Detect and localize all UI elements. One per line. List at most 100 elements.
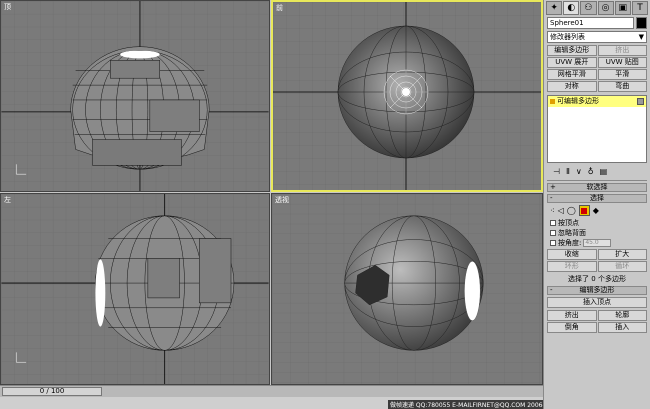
- perspective-view-grid: [272, 194, 542, 384]
- motion-tab[interactable]: ◎: [597, 1, 614, 15]
- modifier-button-1[interactable]: 挤出: [597, 45, 647, 56]
- shrink-button[interactable]: 收缩: [547, 249, 597, 260]
- by-angle-label: 按角度:: [558, 238, 582, 247]
- display-tab[interactable]: ▣: [614, 1, 631, 15]
- left-view-grid: [1, 194, 269, 384]
- modifier-button-4[interactable]: 网格平滑: [547, 69, 597, 80]
- viewport-front[interactable]: 前: [271, 0, 543, 192]
- by-angle-checkbox[interactable]: [550, 239, 556, 246]
- subobject-icons: ⁖ ◁ ◯ ◆: [550, 205, 644, 216]
- collapse-minus-icon: -: [550, 194, 553, 202]
- by-angle-option[interactable]: 按角度: 45.0: [550, 238, 644, 247]
- insert-vertex-row: 插入顶点: [547, 297, 647, 308]
- left-pole-highlight: [95, 259, 106, 327]
- separator: [547, 180, 647, 181]
- rollout-edit-polygons[interactable]: - 编辑多边形: [547, 286, 647, 295]
- grow-button[interactable]: 扩大: [597, 249, 647, 260]
- display-icon: ▣: [618, 3, 628, 13]
- configure-sets-icon[interactable]: ▤: [600, 167, 608, 176]
- by-vertex-option[interactable]: 按顶点: [550, 218, 644, 227]
- extrude-button[interactable]: 挤出: [547, 310, 597, 321]
- create-icon: ✦: [550, 3, 558, 13]
- bevel-button[interactable]: 倒角: [547, 322, 597, 333]
- collapse-minus-icon: -: [550, 286, 553, 294]
- loop-button[interactable]: 循环: [597, 261, 647, 272]
- viewport-top[interactable]: 顶: [0, 0, 270, 192]
- chevron-down-icon: ▼: [638, 33, 644, 41]
- top-pole-highlight: [120, 50, 160, 59]
- insert-vertex-button[interactable]: 插入顶点: [547, 297, 647, 308]
- stack-item-editable-poly[interactable]: 可编辑多边形: [548, 96, 646, 107]
- modifier-button-grid: 编辑多边形 挤出 UVW 展开 UVW 贴图 网格平滑 平滑 对称 弯曲: [547, 45, 647, 92]
- sphere-wireframe-left: [95, 215, 235, 351]
- modifier-stack[interactable]: 可编辑多边形: [547, 95, 647, 163]
- by-vertex-label: 按顶点: [558, 218, 579, 227]
- angle-spinner[interactable]: 45.0: [583, 238, 612, 247]
- persp-pole-highlight: [464, 261, 481, 321]
- make-unique-icon[interactable]: ∨: [576, 167, 582, 176]
- modify-tab[interactable]: ◐: [563, 1, 580, 15]
- timeline-bar: 0 / 100 做帧速递 QQ:780055 E-MAILFIRNET@QQ.C…: [0, 385, 561, 409]
- app-window: 顶 前 左 透视 0 / 100 做帧速递 QQ:780055 E-MAILFI…: [0, 0, 650, 409]
- modifier-button-6[interactable]: 对称: [547, 81, 597, 92]
- edge-icon[interactable]: ◁: [558, 206, 564, 215]
- polygon-icon[interactable]: [578, 205, 590, 216]
- top-view-grid: [1, 1, 269, 191]
- panel-tabs: ✦ ◐ ⚇ ◎ ▣ T: [544, 0, 650, 16]
- sphere-wireframe-top: [70, 46, 210, 170]
- selection-button-grid: 收缩 扩大 环形 循环: [547, 249, 647, 272]
- element-icon[interactable]: ◆: [593, 206, 599, 215]
- ignore-backfacing-checkbox[interactable]: [550, 229, 556, 236]
- rollout-select-label: 选择: [590, 194, 604, 202]
- object-name-field[interactable]: Sphere01: [547, 17, 634, 29]
- modifier-button-2[interactable]: UVW 展开: [547, 57, 597, 68]
- viewport-top-label[interactable]: 顶: [4, 2, 11, 12]
- stack-item-label: 可编辑多边形: [557, 97, 599, 105]
- viewport-persp-label[interactable]: 透视: [275, 195, 289, 205]
- create-tab[interactable]: ✦: [546, 1, 563, 15]
- vertex-icon[interactable]: ⁖: [550, 206, 555, 215]
- pin-stack-icon[interactable]: ⊣: [553, 167, 560, 176]
- expand-plus-icon: +: [550, 183, 556, 191]
- object-color-swatch[interactable]: [636, 17, 647, 29]
- modifier-toggle-icon[interactable]: [637, 98, 644, 105]
- ring-button[interactable]: 环形: [547, 261, 597, 272]
- stack-tools: ⊣ Ⅱ ∨ ♁ ▤: [547, 166, 647, 177]
- command-panel: ✦ ◐ ⚇ ◎ ▣ T Sphere01 修改器列表 ▼ 编辑多边形 挤出 UVW …: [543, 0, 650, 409]
- show-end-result-icon[interactable]: Ⅱ: [566, 167, 570, 176]
- viewport-front-label[interactable]: 前: [276, 3, 283, 13]
- stack-expand-icon: [550, 99, 555, 104]
- viewport-left[interactable]: 左: [0, 193, 270, 385]
- inset-button[interactable]: 插入: [597, 322, 647, 333]
- utilities-tab[interactable]: T: [631, 1, 649, 15]
- modifier-button-7[interactable]: 弯曲: [597, 81, 647, 92]
- modifier-button-0[interactable]: 编辑多边形: [547, 45, 597, 56]
- utilities-icon: T: [637, 3, 643, 13]
- ignore-backfacing-label: 忽略背面: [558, 228, 586, 237]
- hierarchy-tab[interactable]: ⚇: [580, 1, 597, 15]
- time-slider[interactable]: 0 / 100: [2, 387, 102, 396]
- modifier-button-5[interactable]: 平滑: [597, 69, 647, 80]
- ignore-backfacing-option[interactable]: 忽略背面: [550, 228, 644, 237]
- modifier-list-dropdown[interactable]: 修改器列表 ▼: [547, 31, 647, 43]
- motion-icon: ◎: [601, 3, 610, 13]
- hierarchy-icon: ⚇: [584, 3, 593, 13]
- watermark-text: 做帧速递 QQ:780055 E-MAILFIRNET@QQ.COM 2006-…: [388, 400, 561, 409]
- sphere-perspective: [344, 215, 484, 351]
- remove-modifier-icon[interactable]: ♁: [588, 167, 594, 176]
- rollout-edit-label: 编辑多边形: [579, 286, 615, 294]
- viewport-perspective[interactable]: 透视: [271, 193, 543, 385]
- by-vertex-checkbox[interactable]: [550, 219, 556, 226]
- viewport-left-label[interactable]: 左: [4, 195, 11, 205]
- outline-button[interactable]: 轮廓: [597, 310, 647, 321]
- selection-info: 选择了 0 个多边形: [568, 275, 626, 283]
- rollout-selection[interactable]: - 选择: [547, 194, 647, 203]
- rollout-soft-label: 软选择: [586, 183, 608, 191]
- border-icon[interactable]: ◯: [567, 206, 576, 215]
- front-view-grid: [273, 2, 541, 190]
- rollout-soft-selection[interactable]: + 软选择: [547, 183, 647, 192]
- modifier-button-3[interactable]: UVW 贴图: [597, 57, 647, 68]
- object-row: Sphere01: [547, 17, 647, 29]
- modifier-list-label: 修改器列表: [550, 33, 585, 41]
- edit-polygon-button-grid: 挤出 轮廓 倒角 插入: [547, 310, 647, 333]
